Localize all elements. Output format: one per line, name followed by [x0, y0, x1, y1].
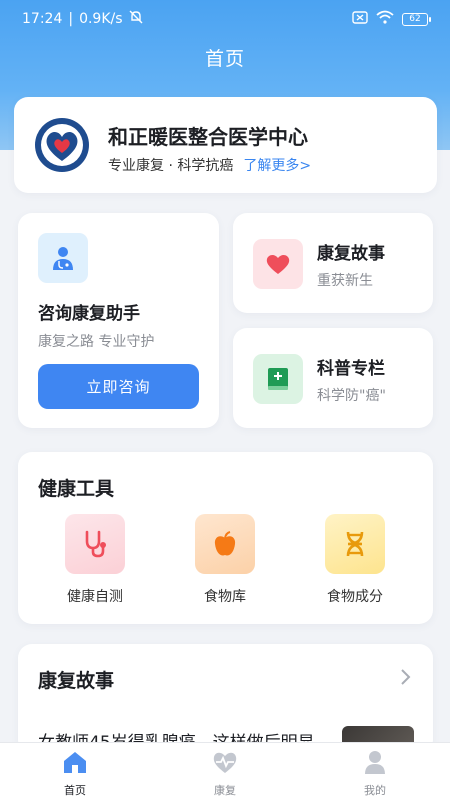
chevron-right-icon[interactable] — [399, 666, 413, 688]
tab-home-label: 首页 — [64, 784, 86, 797]
tool-label: 食物库 — [204, 589, 246, 605]
tool-label: 健康自测 — [67, 589, 123, 605]
apple-icon — [195, 514, 255, 574]
dna-icon — [325, 514, 385, 574]
tab-home[interactable]: 首页 — [0, 743, 150, 800]
book-icon — [253, 354, 303, 404]
story-card-title: 康复故事 — [317, 244, 385, 264]
tool-label: 食物成分 — [327, 589, 383, 605]
org-name: 和正暖医整合医学中心 — [108, 125, 308, 149]
doctor-icon — [38, 233, 88, 283]
tab-mine-label: 我的 — [364, 784, 386, 797]
science-column-card[interactable]: 科普专栏 科学防"癌" — [233, 328, 433, 428]
science-card-title: 科普专栏 — [317, 359, 385, 379]
heart-pulse-icon — [211, 749, 239, 779]
tool-food-composition[interactable]: 食物成分 — [305, 514, 405, 606]
health-tools-section: 健康工具 健康自测 食物库 食物成分 — [18, 452, 433, 624]
recovery-stories-section: 康复故事 女教师45岁得乳腺癌，这样做后明显 — [18, 644, 433, 754]
wifi-icon — [376, 10, 394, 28]
tab-recovery-label: 康复 — [214, 784, 236, 797]
mute-icon — [129, 10, 143, 28]
learn-more-link[interactable]: 了解更多> — [243, 155, 311, 175]
consult-now-button[interactable]: 立即咨询 — [38, 364, 199, 409]
battery-icon: 62 — [402, 12, 431, 26]
org-card[interactable]: 和正暖医整合医学中心 专业康复 · 科学抗癌 了解更多> — [14, 97, 437, 193]
tool-health-self-test[interactable]: 健康自测 — [45, 514, 145, 606]
sim-icon — [352, 10, 368, 28]
tab-recovery[interactable]: 康复 — [150, 743, 300, 800]
recovery-stories-title: 康复故事 — [38, 670, 115, 692]
home-icon — [61, 749, 89, 779]
consult-subtitle: 康复之路 专业守护 — [38, 334, 155, 350]
consult-title: 咨询康复助手 — [38, 304, 140, 324]
story-card-subtitle: 重获新生 — [317, 273, 373, 289]
health-tools-title: 健康工具 — [38, 478, 115, 500]
status-bar: 17:24 | 0.9K/s 62 — [0, 0, 450, 38]
tool-food-library[interactable]: 食物库 — [175, 514, 275, 606]
stethoscope-icon — [65, 514, 125, 574]
heart-icon — [253, 239, 303, 289]
user-icon — [361, 749, 389, 779]
page-title: 首页 — [204, 48, 245, 70]
consult-card[interactable]: 咨询康复助手 康复之路 专业守护 立即咨询 — [18, 213, 219, 428]
org-logo-icon — [34, 117, 90, 173]
science-card-subtitle: 科学防"癌" — [317, 388, 386, 404]
status-time: 17:24 — [22, 11, 63, 27]
recovery-story-card[interactable]: 康复故事 重获新生 — [233, 213, 433, 313]
status-speed: 0.9K/s — [79, 11, 123, 27]
org-tagline: 专业康复 · 科学抗癌 — [108, 158, 234, 174]
bottom-tab-bar: 首页 康复 我的 — [0, 742, 450, 800]
tab-mine[interactable]: 我的 — [300, 743, 450, 800]
